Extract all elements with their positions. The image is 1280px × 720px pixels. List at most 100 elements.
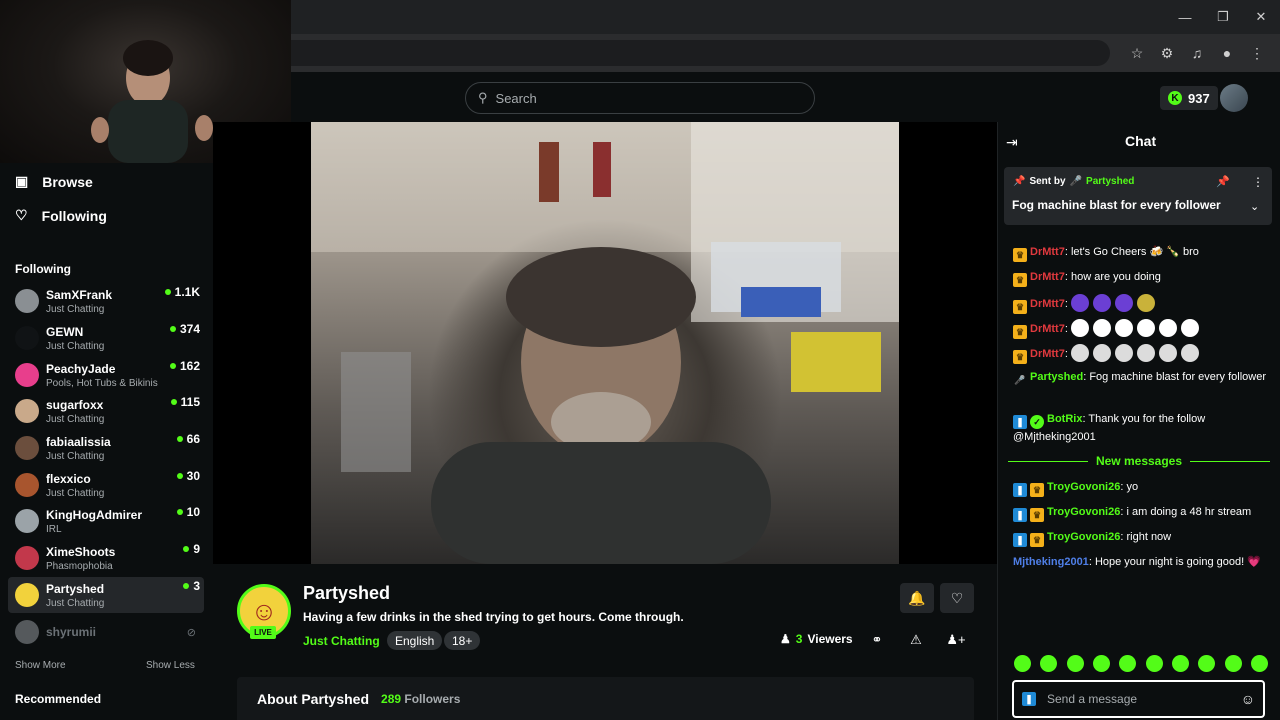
chat-message[interactable]: ❚ ✓ BotRix: Thank you for the follow @Mjth… (1013, 411, 1268, 446)
emoji-picker-icon[interactable]: ☺ (1241, 691, 1255, 707)
channel-viewer-count: 66 (176, 432, 200, 446)
chat-message[interactable]: ❚ ♛ TroyGovoni26: yo (1013, 479, 1268, 497)
chat-username[interactable]: BotRix (1047, 413, 1082, 425)
quick-emote[interactable] (1119, 655, 1137, 672)
show-more-link[interactable]: Show More (15, 660, 66, 671)
tag-age[interactable]: 18+ (444, 631, 481, 650)
menu-kebab-icon[interactable]: ⋮ (1242, 34, 1272, 72)
bookmark-star-icon[interactable]: ☆ (1122, 34, 1152, 72)
sidebar-channel-partyshed[interactable]: Partyshed Just Chatting 3 (8, 577, 204, 613)
quick-emote[interactable] (1014, 655, 1031, 672)
chat-username[interactable]: Mjtheking2001 (1013, 556, 1089, 568)
pinned-sent-by: Sent by (1029, 176, 1066, 187)
chat-username[interactable]: DrMtt7 (1030, 246, 1065, 258)
sidebar-channel-samxfrank[interactable]: SamXFrank Just Chatting 1.1K (8, 283, 204, 319)
quick-emote[interactable] (1250, 655, 1268, 672)
channel-viewer-count: 1.1K (164, 285, 200, 299)
chat-username[interactable]: DrMtt7 (1030, 348, 1065, 360)
nav-following[interactable]: ♡ Following (15, 207, 107, 224)
quick-emote[interactable] (1066, 655, 1084, 672)
chat-title: Chat (1125, 133, 1157, 149)
chat-username[interactable]: DrMtt7 (1030, 323, 1065, 335)
profile-icon[interactable]: ● (1212, 34, 1242, 72)
channel-viewers-number: 374 (179, 322, 200, 336)
sidebar-channel-ximeshoots[interactable]: XimeShoots Phasmophobia 9 (8, 540, 204, 576)
channel-name: sugarfoxx (46, 397, 104, 412)
sidebar-channel-shyrumii[interactable]: shyrumii ⊘ (8, 614, 204, 650)
chat-message-text: how are you doing (1070, 271, 1161, 283)
sidebar-channel-fabiaalissia[interactable]: fabiaalissia Just Chatting 66 (8, 430, 204, 466)
share-icon[interactable]: ⚭ (865, 628, 889, 652)
chat-username[interactable]: TroyGovoni26 (1047, 481, 1120, 493)
channel-viewer-count: 30 (176, 469, 200, 483)
chat-username[interactable]: DrMtt7 (1030, 298, 1065, 310)
chat-message-input[interactable] (1047, 692, 1233, 706)
channel-avatar (15, 399, 39, 423)
streamer-name[interactable]: Partyshed (303, 583, 390, 604)
chat-message[interactable]: ❚ ♛ TroyGovoni26: right now (1013, 529, 1268, 547)
search-input[interactable]: ⚲ Search (465, 82, 815, 114)
chat-username[interactable]: Partyshed (1030, 371, 1083, 383)
chat-message[interactable]: ❚ ♛ TroyGovoni26: i am doing a 48 hr strea… (1013, 504, 1268, 522)
quick-emote[interactable] (1198, 655, 1216, 672)
kicks-balance[interactable]: K 937 (1160, 86, 1218, 110)
chat-username[interactable]: DrMtt7 (1030, 271, 1065, 283)
stream-category-link[interactable]: Just Chatting (303, 634, 380, 648)
chat-emote (1070, 294, 1089, 312)
chat-username[interactable]: TroyGovoni26 (1047, 531, 1120, 543)
chat-emote (1180, 344, 1199, 362)
chat-message[interactable]: 🎤 Partyshed: Fog machine blast for every … (1013, 369, 1268, 387)
media-control-icon[interactable]: ♫ (1182, 34, 1212, 72)
sidebar-channel-kinghogadmirer[interactable]: KingHogAdmirer IRL 10 (8, 503, 204, 539)
unpin-icon[interactable]: 📌 (1216, 175, 1230, 188)
chat-message[interactable]: ♛ DrMtt7: (1013, 319, 1268, 339)
chat-message[interactable]: ♛ DrMtt7: (1013, 294, 1268, 314)
chat-emote (1070, 319, 1089, 337)
chat-input-box[interactable]: ❚ ☺ (1012, 680, 1265, 718)
nav-browse-label: Browse (42, 173, 93, 190)
show-less-link[interactable]: Show Less (146, 660, 195, 671)
report-icon[interactable]: ⚠ (904, 628, 928, 652)
address-bar[interactable] (250, 40, 1110, 66)
quick-emote[interactable] (1145, 655, 1163, 672)
sidebar-channel-peachyjade[interactable]: PeachyJade Pools, Hot Tubs & Bikinis 162 (8, 357, 204, 393)
follow-button[interactable]: ♡ (940, 583, 974, 613)
notification-bell-button[interactable]: 🔔 (900, 583, 934, 613)
pinned-message[interactable]: 📌 Sent by 🎤 Partyshed 📌 ⋮ Fog machine bl… (1004, 167, 1272, 225)
quick-emote[interactable] (1224, 655, 1242, 672)
kick-badge-icon: ❚ (1013, 483, 1027, 497)
live-dot-icon (170, 399, 177, 405)
video-frame[interactable] (311, 122, 899, 564)
chat-message[interactable]: ♛ DrMtt7: let's Go Cheers 🍻 🍾 bro (1013, 244, 1268, 262)
channel-avatar (15, 289, 39, 313)
chevron-down-icon[interactable]: ⌄ (1250, 200, 1259, 213)
pinned-menu-icon[interactable]: ⋮ (1252, 175, 1264, 189)
quick-emote[interactable] (1092, 655, 1110, 672)
close-icon[interactable]: ✕ (1242, 0, 1280, 34)
tag-language[interactable]: English (387, 631, 443, 650)
crown-badge-icon: ♛ (1013, 350, 1027, 364)
collapse-chat-icon[interactable]: ⇥ (1006, 134, 1018, 151)
chat-message-text: Hope your night is going good! 💗 (1094, 556, 1261, 568)
chat-emote (1092, 344, 1111, 362)
sidebar-channel-gewn[interactable]: GEWN Just Chatting 374 (8, 320, 204, 356)
chat-emote (1158, 319, 1177, 337)
add-user-icon[interactable]: ♟+ (944, 628, 968, 652)
followers-label: Followers (404, 691, 461, 706)
chat-username[interactable]: TroyGovoni26 (1047, 506, 1120, 518)
user-avatar[interactable] (1220, 84, 1248, 112)
nav-browse[interactable]: ▣ Browse (15, 173, 93, 190)
quick-emote[interactable] (1040, 655, 1058, 672)
live-dot-icon (169, 363, 176, 369)
sidebar-channel-sugarfoxx[interactable]: sugarfoxx Just Chatting 115 (8, 393, 204, 429)
chat-message[interactable]: ♛ DrMtt7: (1013, 344, 1268, 364)
restore-icon[interactable]: ❐ (1204, 0, 1242, 34)
extensions-icon[interactable]: ⚙ (1152, 34, 1182, 72)
quick-emote[interactable] (1171, 655, 1189, 672)
chat-message[interactable]: ♛ DrMtt7: how are you doing (1013, 269, 1268, 287)
sidebar-channel-flexxico[interactable]: flexxico Just Chatting 30 (8, 467, 204, 503)
minimize-icon[interactable]: — (1166, 0, 1204, 34)
chat-message[interactable]: Mjtheking2001: Hope your night is going … (1013, 554, 1268, 571)
about-section: About Partyshed 289 Followers (237, 677, 974, 720)
pin-icon: 📌 (1013, 176, 1026, 187)
